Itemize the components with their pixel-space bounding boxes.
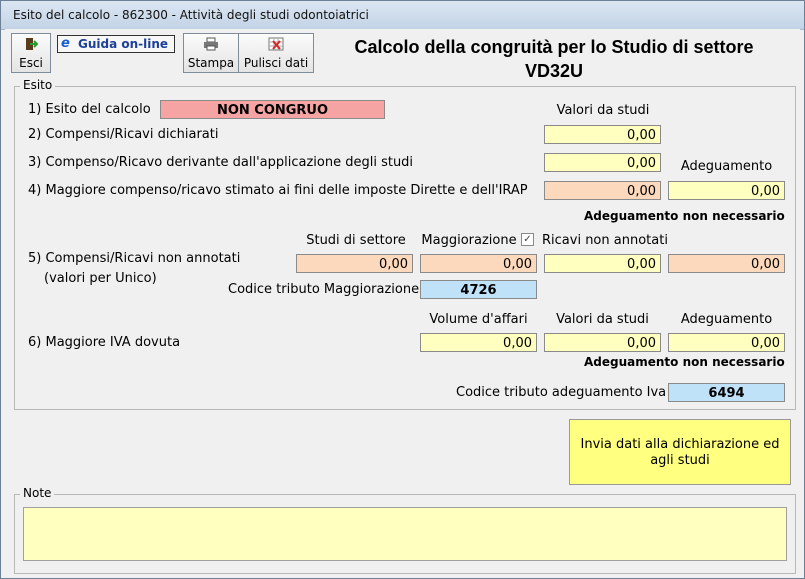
codice-iva-label: Codice tributo adeguamento Iva <box>456 385 667 400</box>
valori-studi-iva-header: Valori da studi <box>556 312 649 327</box>
title-bar: Esito del calcolo - 862300 - Attività de… <box>1 1 804 30</box>
row5-extra-field: 0,00 <box>668 254 785 273</box>
clear-data-icon <box>268 37 284 51</box>
notes-group: Note <box>14 486 796 574</box>
page-title-line1: Calcolo della congruità per lo Studio di… <box>354 37 754 57</box>
codice-iva-value: 6494 <box>668 383 785 402</box>
calc-result-window: Esito del calcolo - 862300 - Attività de… <box>0 0 805 579</box>
exit-icon <box>24 37 39 51</box>
clear-data-button[interactable]: Pulisci dati <box>238 33 314 73</box>
row4-adeguamento-note: Adeguamento non necessario <box>584 209 785 223</box>
esito-group: Esito 1) Esito del calcolo NON CONGRUO V… <box>14 78 796 410</box>
row6-label: 6) Maggiore IVA dovuta <box>28 335 181 350</box>
online-guide-label: Guida on-line <box>78 37 169 51</box>
row4-adeguamento-field[interactable]: 0,00 <box>668 181 785 200</box>
row6-valori-field[interactable]: 0,00 <box>544 333 661 352</box>
row1-label: 1) Esito del calcolo <box>28 102 151 117</box>
notes-textarea[interactable] <box>23 507 787 561</box>
row5-sublabel: (valori per Unico) <box>44 271 157 286</box>
window-title: Esito del calcolo - 862300 - Attività de… <box>13 8 369 22</box>
print-button[interactable]: Stampa <box>183 33 239 73</box>
row3-label: 3) Compenso/Ricavo derivante dall'applic… <box>28 155 414 170</box>
window-content: Esci e Guida on-line Stampa Pulisci dati… <box>5 29 800 574</box>
maggiorazione-checkbox[interactable]: ✓ <box>521 233 534 246</box>
studi-settore-header: Studi di settore <box>306 233 406 248</box>
adeguamento-header: Adeguamento <box>680 159 773 174</box>
row5-maggiorazione-field: 0,00 <box>420 254 537 273</box>
send-data-label-line2: agli studi <box>650 453 710 468</box>
row5-studi-field: 0,00 <box>296 254 413 273</box>
browser-icon: e <box>61 36 70 51</box>
row5-label: 5) Compensi/Ricavi non annotati <box>28 251 241 266</box>
row5-ricavi-field[interactable]: 0,00 <box>544 254 661 273</box>
codice-maggiorazione-value: 4726 <box>420 280 537 299</box>
codice-maggiorazione-label: Codice tributo Maggiorazione <box>228 282 420 297</box>
ricavi-non-annotati-header: Ricavi non annotati <box>542 233 668 248</box>
valori-studi-header: Valori da studi <box>556 103 650 118</box>
volume-affari-header: Volume d'affari <box>429 312 528 327</box>
row3-value-field[interactable]: 0,00 <box>544 153 661 172</box>
clear-data-label: Pulisci dati <box>243 56 309 70</box>
row6-adeguamento-field[interactable]: 0,00 <box>668 333 785 352</box>
row6-adeguamento-note: Adeguamento non necessario <box>584 355 785 369</box>
row6-volume-field[interactable]: 0,00 <box>420 333 537 352</box>
printer-icon <box>203 37 219 51</box>
send-data-button[interactable]: Invia dati alla dichiarazione ed agli st… <box>569 419 791 485</box>
row4-value-field: 0,00 <box>544 181 661 200</box>
adeguamento-iva-header: Adeguamento <box>680 312 773 327</box>
maggiorazione-header: Maggiorazione <box>421 233 517 248</box>
notes-legend: Note <box>20 486 55 500</box>
send-data-label-line1: Invia dati alla dichiarazione ed <box>580 437 780 452</box>
page-title-line2: VD32U <box>524 61 584 81</box>
row2-label: 2) Compensi/Ricavi dichiarati <box>28 127 219 142</box>
exit-button[interactable]: Esci <box>11 33 51 73</box>
exit-label: Esci <box>19 56 43 70</box>
page-title: Calcolo della congruità per lo Studio di… <box>321 35 787 83</box>
print-label: Stampa <box>187 56 235 70</box>
esito-value: NON CONGRUO <box>160 100 385 119</box>
esito-legend: Esito <box>20 78 56 92</box>
row4-label: 4) Maggiore compenso/ricavo stimato ai f… <box>28 183 528 198</box>
online-guide-button[interactable]: e Guida on-line <box>57 35 175 53</box>
row2-value-field[interactable]: 0,00 <box>544 125 661 144</box>
